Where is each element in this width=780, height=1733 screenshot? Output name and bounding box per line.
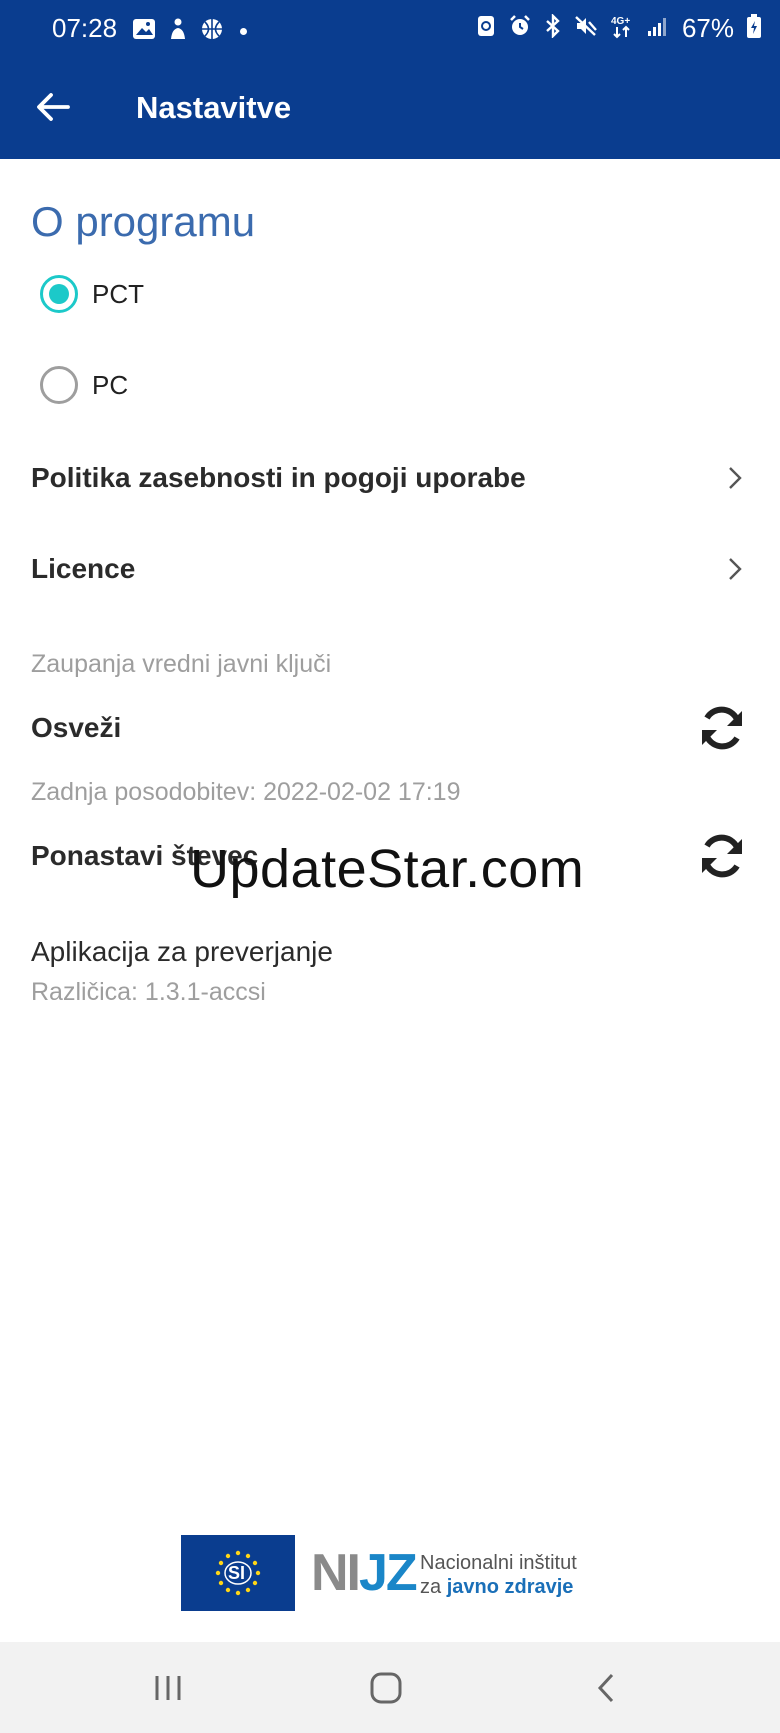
back-icon xyxy=(597,1673,614,1703)
radio-button-unchecked[interactable] xyxy=(40,366,78,404)
radio-label: PC xyxy=(92,369,129,400)
gallery-icon xyxy=(132,18,156,45)
nijz-logo: NIJZ xyxy=(311,1543,418,1603)
bluetooth-icon xyxy=(544,13,562,43)
battery-icon xyxy=(746,13,762,44)
radio-option-pct[interactable]: PCT xyxy=(40,275,144,313)
back-button[interactable] xyxy=(30,84,76,130)
licences-link[interactable]: Licence xyxy=(31,539,750,599)
refresh-icon[interactable] xyxy=(694,828,750,884)
home-icon xyxy=(370,1672,402,1704)
footer-logos: SI NIJZ Nacionalni inštitut za javno zdr… xyxy=(181,1535,601,1612)
alarm-icon xyxy=(508,14,532,43)
recents-icon xyxy=(155,1676,181,1700)
dot-icon xyxy=(240,28,247,35)
privacy-policy-link[interactable]: Politika zasebnosti in pogoji uporabe xyxy=(31,448,750,508)
person-icon xyxy=(166,17,190,46)
status-time: 07:28 xyxy=(52,13,118,43)
radio-label: PCT xyxy=(92,278,144,309)
keys-subheader: Zaupanja vredni javni ključi xyxy=(31,650,332,678)
app-info-title: Aplikacija za preverjanje xyxy=(31,936,333,967)
arrow-left-icon xyxy=(37,93,70,121)
battery-percentage: 67% xyxy=(681,13,734,43)
recycle-icon xyxy=(476,14,496,43)
back-nav-button[interactable] xyxy=(584,1666,628,1710)
svg-text:4G+: 4G+ xyxy=(611,16,630,27)
nijz-line1: Nacionalni inštitut xyxy=(420,1552,577,1574)
nijz-line2-strong: javno zdravje xyxy=(446,1576,574,1598)
last-update-text: Zadnja posodobitev: 2022-02-02 17:19 xyxy=(31,778,461,806)
refresh-label: Osveži xyxy=(31,712,122,743)
status-left-icons xyxy=(132,17,247,46)
privacy-policy-label: Politika zasebnosti in pogoji uporabe xyxy=(31,462,526,493)
4g-icon: 4G+ xyxy=(610,13,634,44)
section-title: O programu xyxy=(31,198,256,245)
status-right-icons: 4G+ 67% xyxy=(476,13,762,44)
chevron-right-icon xyxy=(720,463,750,493)
eu-flag-label: SI xyxy=(228,1563,246,1583)
nijz-line2: za javno zdravje xyxy=(420,1575,577,1599)
nijz-letters-b: JZ xyxy=(359,1544,418,1602)
radio-option-pc[interactable]: PC xyxy=(40,366,128,404)
licences-label: Licence xyxy=(31,553,136,584)
nijz-line2-prefix: za xyxy=(420,1576,447,1598)
mute-icon xyxy=(574,14,598,43)
watermark: UpdateStar.com xyxy=(190,839,585,899)
eu-flag-logo: SI xyxy=(181,1535,295,1611)
refresh-icon[interactable] xyxy=(694,700,750,756)
nijz-wordmark: Nacionalni inštitut za javno zdravje xyxy=(420,1551,577,1599)
radio-button-checked[interactable] xyxy=(40,275,78,313)
nijz-letters-a: NI xyxy=(311,1544,361,1602)
app-info-version: Različica: 1.3.1-accsi xyxy=(31,978,266,1006)
chevron-right-icon xyxy=(720,554,750,584)
system-nav-bar xyxy=(0,1642,780,1733)
signal-icon xyxy=(646,14,670,43)
status-bar: 07:28 4G+ 67% xyxy=(0,0,780,52)
home-button[interactable] xyxy=(364,1666,408,1710)
page-title: Nastavitve xyxy=(136,90,292,125)
refresh-row[interactable]: Osveži xyxy=(31,698,750,758)
app-bar: Nastavitve xyxy=(0,52,780,159)
basketball-icon xyxy=(200,17,224,46)
recents-button[interactable] xyxy=(146,1666,190,1710)
